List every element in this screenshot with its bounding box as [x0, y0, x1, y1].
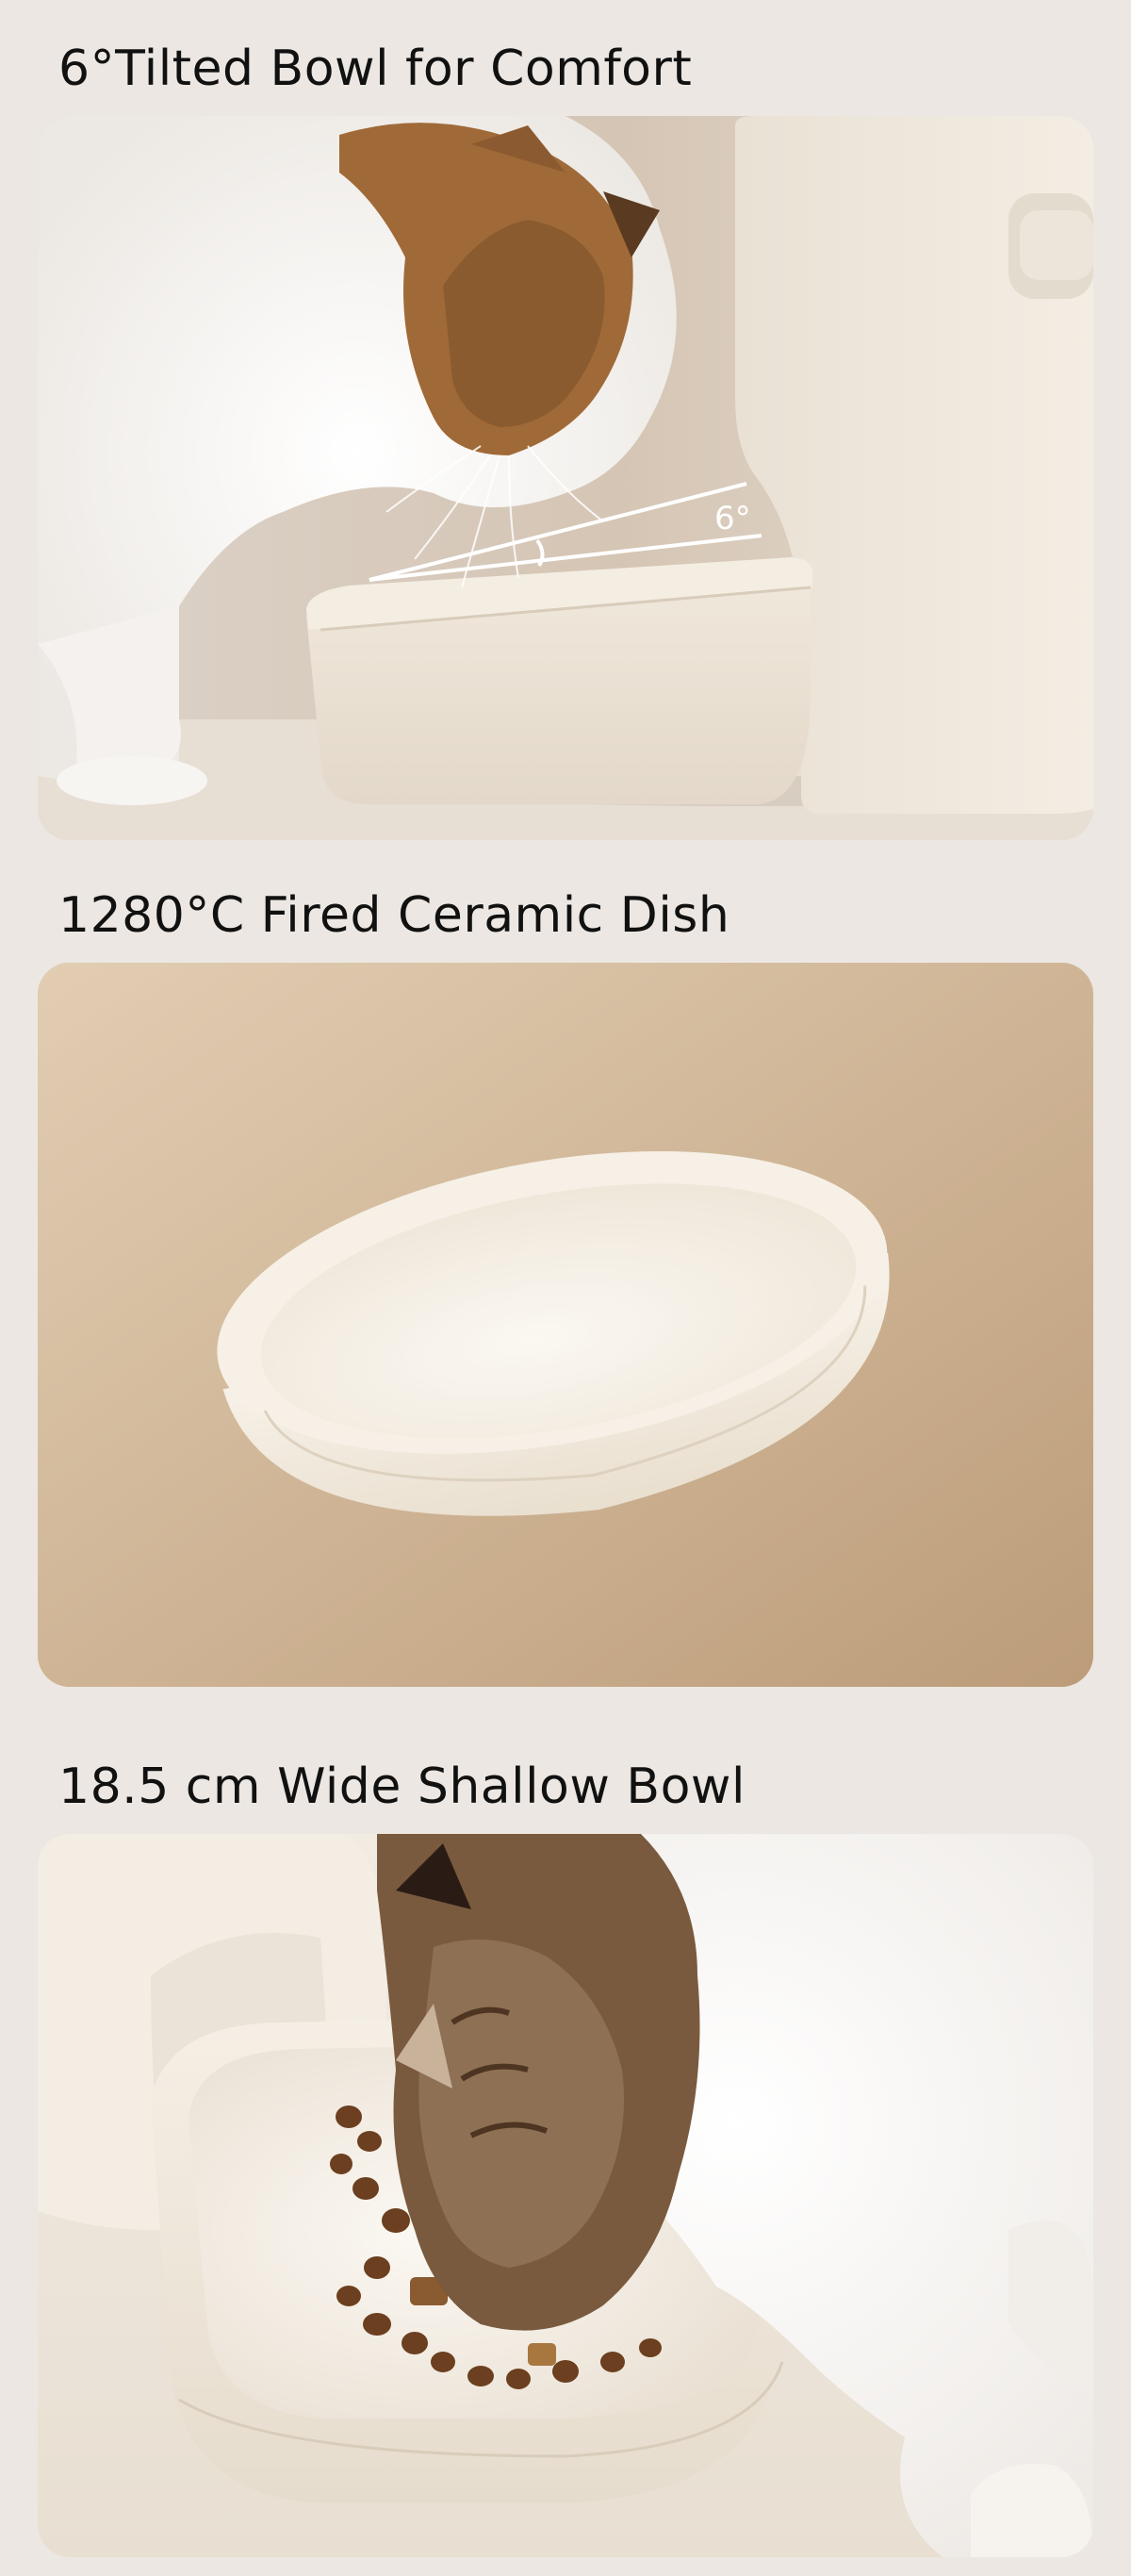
- wide-bowl-illustration: [38, 1834, 1093, 2557]
- ceramic-dish-illustration: [38, 963, 1093, 1687]
- ceramic-dish-photo: [38, 963, 1093, 1687]
- wide-bowl-photo: [38, 1834, 1093, 2557]
- angle-label: 6°: [714, 500, 751, 537]
- section-title-ceramic-dish: 1280°C Fired Ceramic Dish: [58, 887, 730, 944]
- tilted-bowl-photo: 6°: [38, 116, 1093, 840]
- section-title-wide-bowl: 18.5 cm Wide Shallow Bowl: [58, 1759, 746, 1815]
- section-title-tilted-bowl: 6°Tilted Bowl for Comfort: [58, 41, 693, 97]
- tilted-bowl-illustration: 6°: [38, 116, 1093, 840]
